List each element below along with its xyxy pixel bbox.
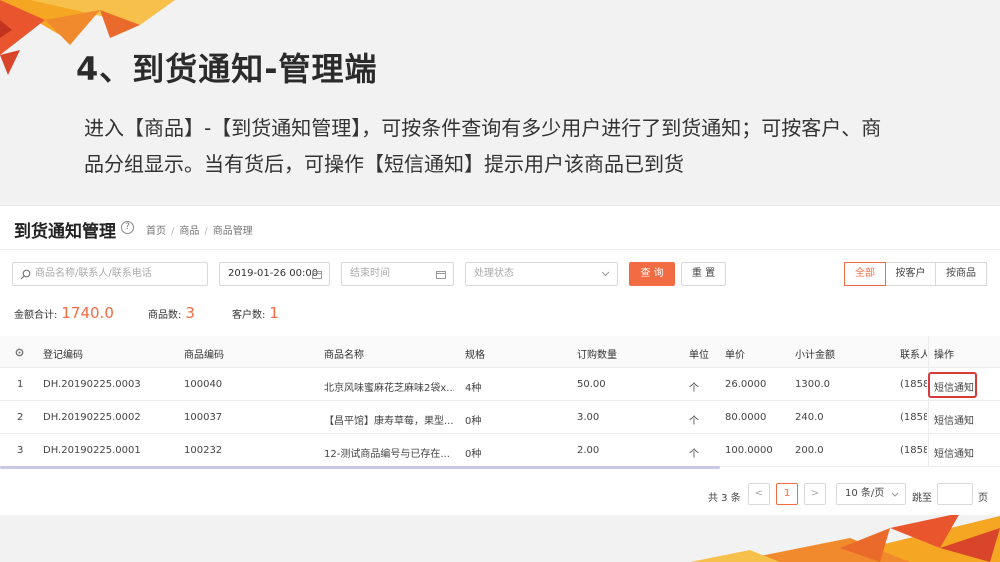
chevron-down-icon (891, 492, 899, 497)
sms-notify-highlight (928, 372, 977, 398)
panel-header: 到货通知管理 ? 首页 / 商品 / 商品管理 (0, 206, 1000, 250)
customer-count-value: 1 (269, 304, 279, 322)
header-subtotal: 小计金额 (795, 350, 835, 361)
row-unit: 个 (689, 416, 699, 427)
row-contact: (1858 (900, 379, 927, 390)
breadcrumb-goods[interactable]: 商品 (179, 226, 199, 237)
table-header: 登记编码 商品编码 商品名称 规格 订购数量 单位 单价 小计金额 联系人 操作 (0, 336, 1000, 368)
breadcrumb-separator: / (171, 226, 175, 237)
product-count-label: 商品数: (148, 310, 182, 321)
next-page-button[interactable]: > (804, 483, 826, 505)
breadcrumb-separator: / (204, 226, 208, 237)
row-subtotal: 240.0 (795, 412, 824, 423)
calendar-icon (436, 271, 446, 279)
row-product-name: 【昌平馆】康寿草莓，果型... (324, 416, 454, 427)
row-subtotal: 1300.0 (795, 379, 830, 390)
summary-customers: 客户数: 1 (232, 304, 279, 322)
calendar-icon (312, 271, 322, 279)
row-product-code: 100040 (184, 379, 223, 390)
row-product-code: 100232 (184, 445, 223, 456)
horizontal-scrollbar[interactable] (0, 466, 720, 469)
search-icon (20, 269, 31, 280)
row-product-name: 北京风味蜜麻花芝麻味2袋x... (324, 383, 454, 394)
start-date-field[interactable]: 2019-01-26 00:00 (219, 262, 330, 286)
action-column-divider (928, 336, 1000, 466)
header-product-name: 商品名称 (324, 350, 364, 361)
row-price: 26.0000 (725, 379, 767, 390)
row-reg-code: DH.20190225.0002 (43, 412, 141, 423)
header-product-code: 商品编码 (184, 350, 224, 361)
row-spec: 0种 (465, 416, 482, 427)
row-quantity: 50.00 (577, 379, 606, 390)
row-product-name: 12-测试商品编号与已存在... (324, 449, 450, 460)
row-contact: (1858 (900, 412, 927, 423)
row-spec: 4种 (465, 383, 482, 394)
page-title: 到货通知管理 (14, 222, 116, 242)
page-button-current[interactable]: 1 (776, 483, 798, 505)
row-index: 1 (17, 379, 24, 390)
search-placeholder: 商品名称/联系人/联系电话 (35, 268, 152, 279)
end-date-placeholder: 结束时间 (350, 268, 390, 279)
row-unit: 个 (689, 449, 699, 460)
status-select[interactable]: 处理状态 (465, 262, 618, 286)
page-size-value: 10 条/页 (845, 488, 885, 499)
amount-label: 金额合计: (14, 310, 58, 321)
row-price: 80.0000 (725, 412, 767, 423)
summary-products: 商品数: 3 (148, 304, 195, 322)
group-by-customer-button[interactable]: 按客户 (885, 262, 936, 286)
chevron-down-icon (601, 271, 610, 277)
row-reg-code: DH.20190225.0001 (43, 445, 141, 456)
page-suffix-label: 页 (978, 493, 988, 504)
query-button[interactable]: 查 询 (629, 262, 675, 286)
pagination-total: 共 3 条 (708, 493, 741, 504)
management-panel: 到货通知管理 ? 首页 / 商品 / 商品管理 商品名称/联系人/联系电话 2019-0… (0, 205, 1000, 515)
customer-count-label: 客户数: (232, 310, 266, 321)
status-placeholder: 处理状态 (474, 268, 514, 279)
row-subtotal: 200.0 (795, 445, 824, 456)
goto-label: 跳至 (912, 493, 932, 504)
row-price: 100.0000 (725, 445, 773, 456)
row-spec: 0种 (465, 449, 482, 460)
row-quantity: 2.00 (577, 445, 600, 456)
group-by-product-button[interactable]: 按商品 (935, 262, 987, 286)
search-input[interactable]: 商品名称/联系人/联系电话 (12, 262, 208, 286)
help-icon[interactable]: ? (121, 221, 134, 234)
header-spec: 规格 (465, 350, 485, 361)
summary-amount: 金额合计: 1740.0 (14, 304, 114, 322)
table-row: 3 DH.20190225.0001 100232 12-测试商品编号与已存在.… (0, 435, 1000, 467)
header-price: 单价 (725, 350, 745, 361)
row-index: 3 (17, 445, 24, 456)
group-all-button[interactable]: 全部 (844, 262, 886, 286)
row-unit: 个 (689, 383, 699, 394)
row-index: 2 (17, 412, 24, 423)
column-settings-icon[interactable] (14, 347, 25, 358)
end-date-field[interactable]: 结束时间 (341, 262, 454, 286)
product-count-value: 3 (185, 304, 195, 322)
header-quantity: 订购数量 (577, 350, 617, 361)
table-row: 2 DH.20190225.0002 100037 【昌平馆】康寿草莓，果型..… (0, 402, 1000, 434)
goto-page-input[interactable] (937, 483, 973, 505)
group-toggle: 全部 按客户 按商品 (844, 262, 987, 286)
row-product-code: 100037 (184, 412, 223, 423)
table-row: 1 DH.20190225.0003 100040 北京风味蜜麻花芝麻味2袋x.… (0, 369, 1000, 401)
breadcrumb-home[interactable]: 首页 (146, 226, 166, 237)
breadcrumb: 首页 / 商品 / 商品管理 (146, 222, 253, 237)
page-size-select[interactable]: 10 条/页 (836, 483, 906, 505)
row-reg-code: DH.20190225.0003 (43, 379, 141, 390)
prev-page-button[interactable]: < (748, 483, 770, 505)
header-contact: 联系人 (900, 350, 927, 361)
amount-value: 1740.0 (61, 304, 114, 322)
bottom-right-decoration (690, 513, 1000, 562)
slide-title: 4、到货通知-管理端 (76, 50, 378, 88)
row-contact: (1858 (900, 445, 927, 456)
slide-description: 进入【商品】-【到货通知管理】，可按条件查询有多少用户进行了到货通知；可按客户、… (84, 116, 882, 176)
breadcrumb-goods-management: 商品管理 (212, 226, 253, 237)
start-date-value: 2019-01-26 00:00 (228, 268, 319, 279)
header-reg-code: 登记编码 (43, 350, 83, 361)
row-quantity: 3.00 (577, 412, 600, 423)
header-unit: 单位 (689, 350, 709, 361)
reset-button[interactable]: 重 置 (681, 262, 726, 286)
